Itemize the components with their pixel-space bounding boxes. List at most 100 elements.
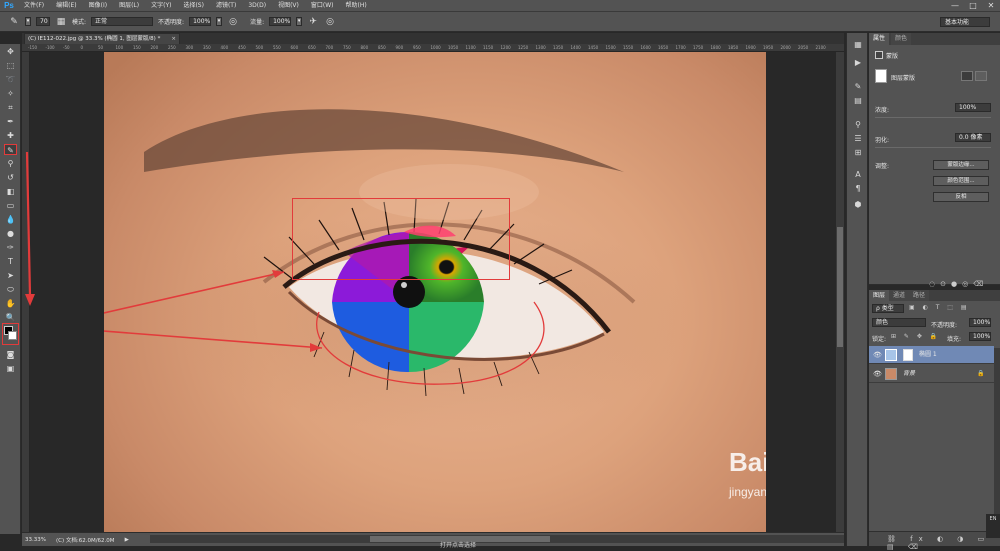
toolbar-annotation bbox=[25, 151, 35, 306]
screen-mode-icon[interactable]: ▣ bbox=[4, 363, 17, 374]
history-panel-icon[interactable]: ▦ bbox=[852, 39, 864, 51]
layers-footer-icons[interactable]: ⛓ fx ◐ ◑ ▭ ▤ ⌫ bbox=[887, 535, 1000, 551]
layer-filter-select[interactable]: ρ 类型 bbox=[872, 304, 904, 313]
menu-type[interactable]: 文字(Y) bbox=[145, 0, 177, 12]
feather-field[interactable]: 0.0 像素 bbox=[955, 133, 991, 142]
layer-opacity-field[interactable]: 100% bbox=[969, 318, 991, 327]
brush-preset-dropdown[interactable]: ▾ bbox=[25, 17, 31, 26]
ruler-tick-label: 950 bbox=[413, 45, 421, 50]
density-label: 浓度: bbox=[875, 107, 890, 114]
pressure-size-icon[interactable]: ◎ bbox=[324, 16, 336, 28]
menu-select[interactable]: 选择(S) bbox=[177, 0, 210, 12]
airbrush-icon[interactable]: ✈ bbox=[307, 16, 319, 28]
menu-help[interactable]: 帮助(H) bbox=[340, 0, 373, 12]
zoom-level[interactable]: 33.33% bbox=[25, 537, 46, 543]
mask-edge-button[interactable]: 蒙版边缘... bbox=[933, 160, 989, 170]
pressure-opacity-icon[interactable]: ◎ bbox=[227, 16, 239, 28]
layer-mask-thumbnail[interactable] bbox=[903, 349, 913, 361]
canvas-area[interactable]: Bai 经验 jingyan.baidu.com bbox=[30, 52, 844, 532]
brush-size-field[interactable]: 70 bbox=[36, 17, 50, 26]
mask-thumbnail bbox=[875, 69, 887, 83]
menu-file[interactable]: 文件(F) bbox=[18, 0, 50, 12]
menu-edit[interactable]: 编辑(E) bbox=[50, 0, 82, 12]
layers-scrollbar[interactable] bbox=[994, 348, 1000, 531]
layer-filter-icons[interactable]: ▣ ◐ T ⬚ ▤ bbox=[909, 304, 970, 311]
tab-layers[interactable]: 图层 bbox=[869, 290, 890, 301]
ruler-tick-label: 150 bbox=[133, 45, 141, 50]
lock-label: 锁定: bbox=[872, 336, 887, 343]
invert-button[interactable]: 反相 bbox=[933, 192, 989, 202]
ruler-tick-label: 600 bbox=[290, 45, 299, 50]
ruler-tick-label: 1500 bbox=[605, 45, 616, 50]
flow-dropdown[interactable]: ▾ bbox=[296, 17, 303, 26]
ruler-tick-label: 1250 bbox=[518, 45, 529, 50]
tab-close-icon[interactable]: × bbox=[171, 34, 176, 44]
maximize-button[interactable]: □ bbox=[964, 0, 982, 12]
flow-field[interactable]: 100% bbox=[269, 17, 292, 26]
properties-panel: 属性 颜色 蒙版 图层蒙版 浓度: 100% 羽化: 0.0 像素 调整: 蒙版… bbox=[869, 33, 1000, 288]
menu-3d[interactable]: 3D(D) bbox=[242, 0, 272, 12]
menu-filter[interactable]: 滤镜(T) bbox=[210, 0, 242, 12]
quick-mask-icon[interactable]: ◙ bbox=[4, 349, 17, 360]
opacity-field[interactable]: 100% bbox=[189, 17, 212, 26]
document-tab[interactable]: (C) IE112-022.jpg @ 33.3% (椭圆 1, 图层蒙版/8)… bbox=[24, 33, 180, 44]
select-pixel-mask-button[interactable] bbox=[961, 71, 973, 81]
ruler-tick-label: 750 bbox=[343, 45, 351, 50]
adjustments-icon[interactable]: ☰ bbox=[852, 133, 864, 145]
tab-channels[interactable]: 通道 bbox=[889, 290, 910, 301]
close-button[interactable]: ✕ bbox=[982, 0, 1000, 12]
minimize-button[interactable]: — bbox=[946, 0, 964, 12]
lock-icons[interactable]: ⊞ ✎ ✥ 🔒 bbox=[891, 333, 940, 340]
visibility-eye-icon[interactable]: 👁 bbox=[873, 346, 882, 364]
eyebrow bbox=[144, 109, 624, 172]
brush-presets-icon[interactable]: ▤ bbox=[852, 95, 864, 107]
blend-mode-select[interactable]: 颜色 bbox=[872, 318, 926, 327]
feather-slider[interactable] bbox=[875, 147, 991, 148]
properties-footer-icons[interactable]: ◌⊙●◎⌫ bbox=[929, 280, 988, 288]
layer-row[interactable]: 👁 椭圆 1 bbox=[869, 346, 994, 364]
ruler-tick-label: 1850 bbox=[728, 45, 739, 50]
workspace-select[interactable]: 基本功能 bbox=[940, 17, 990, 27]
brush-preset-icon[interactable]: ✎ bbox=[8, 16, 20, 28]
horizontal-scrollbar[interactable] bbox=[150, 535, 844, 543]
menu-view[interactable]: 视图(V) bbox=[272, 0, 305, 12]
pupil bbox=[393, 276, 425, 308]
ime-indicator[interactable]: EN bbox=[986, 514, 1000, 538]
ruler-tick-label: 400 bbox=[220, 45, 229, 50]
layer-name[interactable]: 背景 bbox=[903, 365, 915, 383]
info-panel-icon[interactable]: ⊞ bbox=[852, 147, 864, 159]
select-vector-mask-button[interactable] bbox=[975, 71, 987, 81]
paragraph-panel-icon[interactable]: ¶ bbox=[852, 183, 864, 195]
density-slider[interactable] bbox=[875, 117, 991, 118]
color-range-button[interactable]: 颜色范围... bbox=[933, 176, 989, 186]
ruler-tick-label: 200 bbox=[150, 45, 159, 50]
adjust-label: 调整: bbox=[875, 163, 890, 170]
tab-properties[interactable]: 属性 bbox=[869, 33, 890, 45]
brush-panel-icon[interactable]: ✎ bbox=[852, 81, 864, 93]
brush-panel-icon[interactable]: ▦ bbox=[55, 16, 67, 28]
fill-field[interactable]: 100% bbox=[969, 332, 991, 341]
3d-panel-icon[interactable]: ⬢ bbox=[852, 199, 864, 211]
layer-name[interactable]: 椭圆 1 bbox=[919, 346, 937, 364]
mask-type-icon bbox=[875, 51, 883, 59]
layer-row[interactable]: 👁 背景 🔒 bbox=[869, 365, 994, 383]
vertical-scrollbar[interactable] bbox=[836, 52, 844, 532]
clone-source-icon[interactable]: ⚲ bbox=[852, 119, 864, 131]
document-image[interactable]: Bai 经验 jingyan.baidu.com bbox=[104, 52, 766, 532]
menu-layer[interactable]: 图层(L) bbox=[113, 0, 145, 12]
actions-panel-icon[interactable]: ▶ bbox=[852, 57, 864, 69]
menu-image[interactable]: 图像(I) bbox=[83, 0, 113, 12]
menu-bar: Ps 文件(F) 编辑(E) 图像(I) 图层(L) 文字(Y) 选择(S) 滤… bbox=[0, 0, 1000, 12]
tab-color[interactable]: 颜色 bbox=[891, 33, 912, 45]
menu-window[interactable]: 窗口(W) bbox=[305, 0, 340, 12]
ime-label: EN bbox=[989, 516, 997, 522]
tab-paths[interactable]: 路径 bbox=[909, 290, 930, 301]
visibility-eye-icon[interactable]: 👁 bbox=[873, 365, 882, 383]
panel-dock: ▦ ▶ ✎ ▤ ⚲ ☰ ⊞ A ¶ ⬢ bbox=[846, 33, 868, 546]
mode-select[interactable]: 正常 bbox=[91, 17, 154, 26]
status-menu-arrow[interactable]: ▶ bbox=[125, 537, 129, 543]
character-panel-icon[interactable]: A bbox=[852, 169, 864, 181]
vertical-scroll-thumb[interactable] bbox=[837, 227, 843, 347]
density-field[interactable]: 100% bbox=[955, 103, 991, 112]
opacity-dropdown[interactable]: ▾ bbox=[216, 17, 223, 26]
